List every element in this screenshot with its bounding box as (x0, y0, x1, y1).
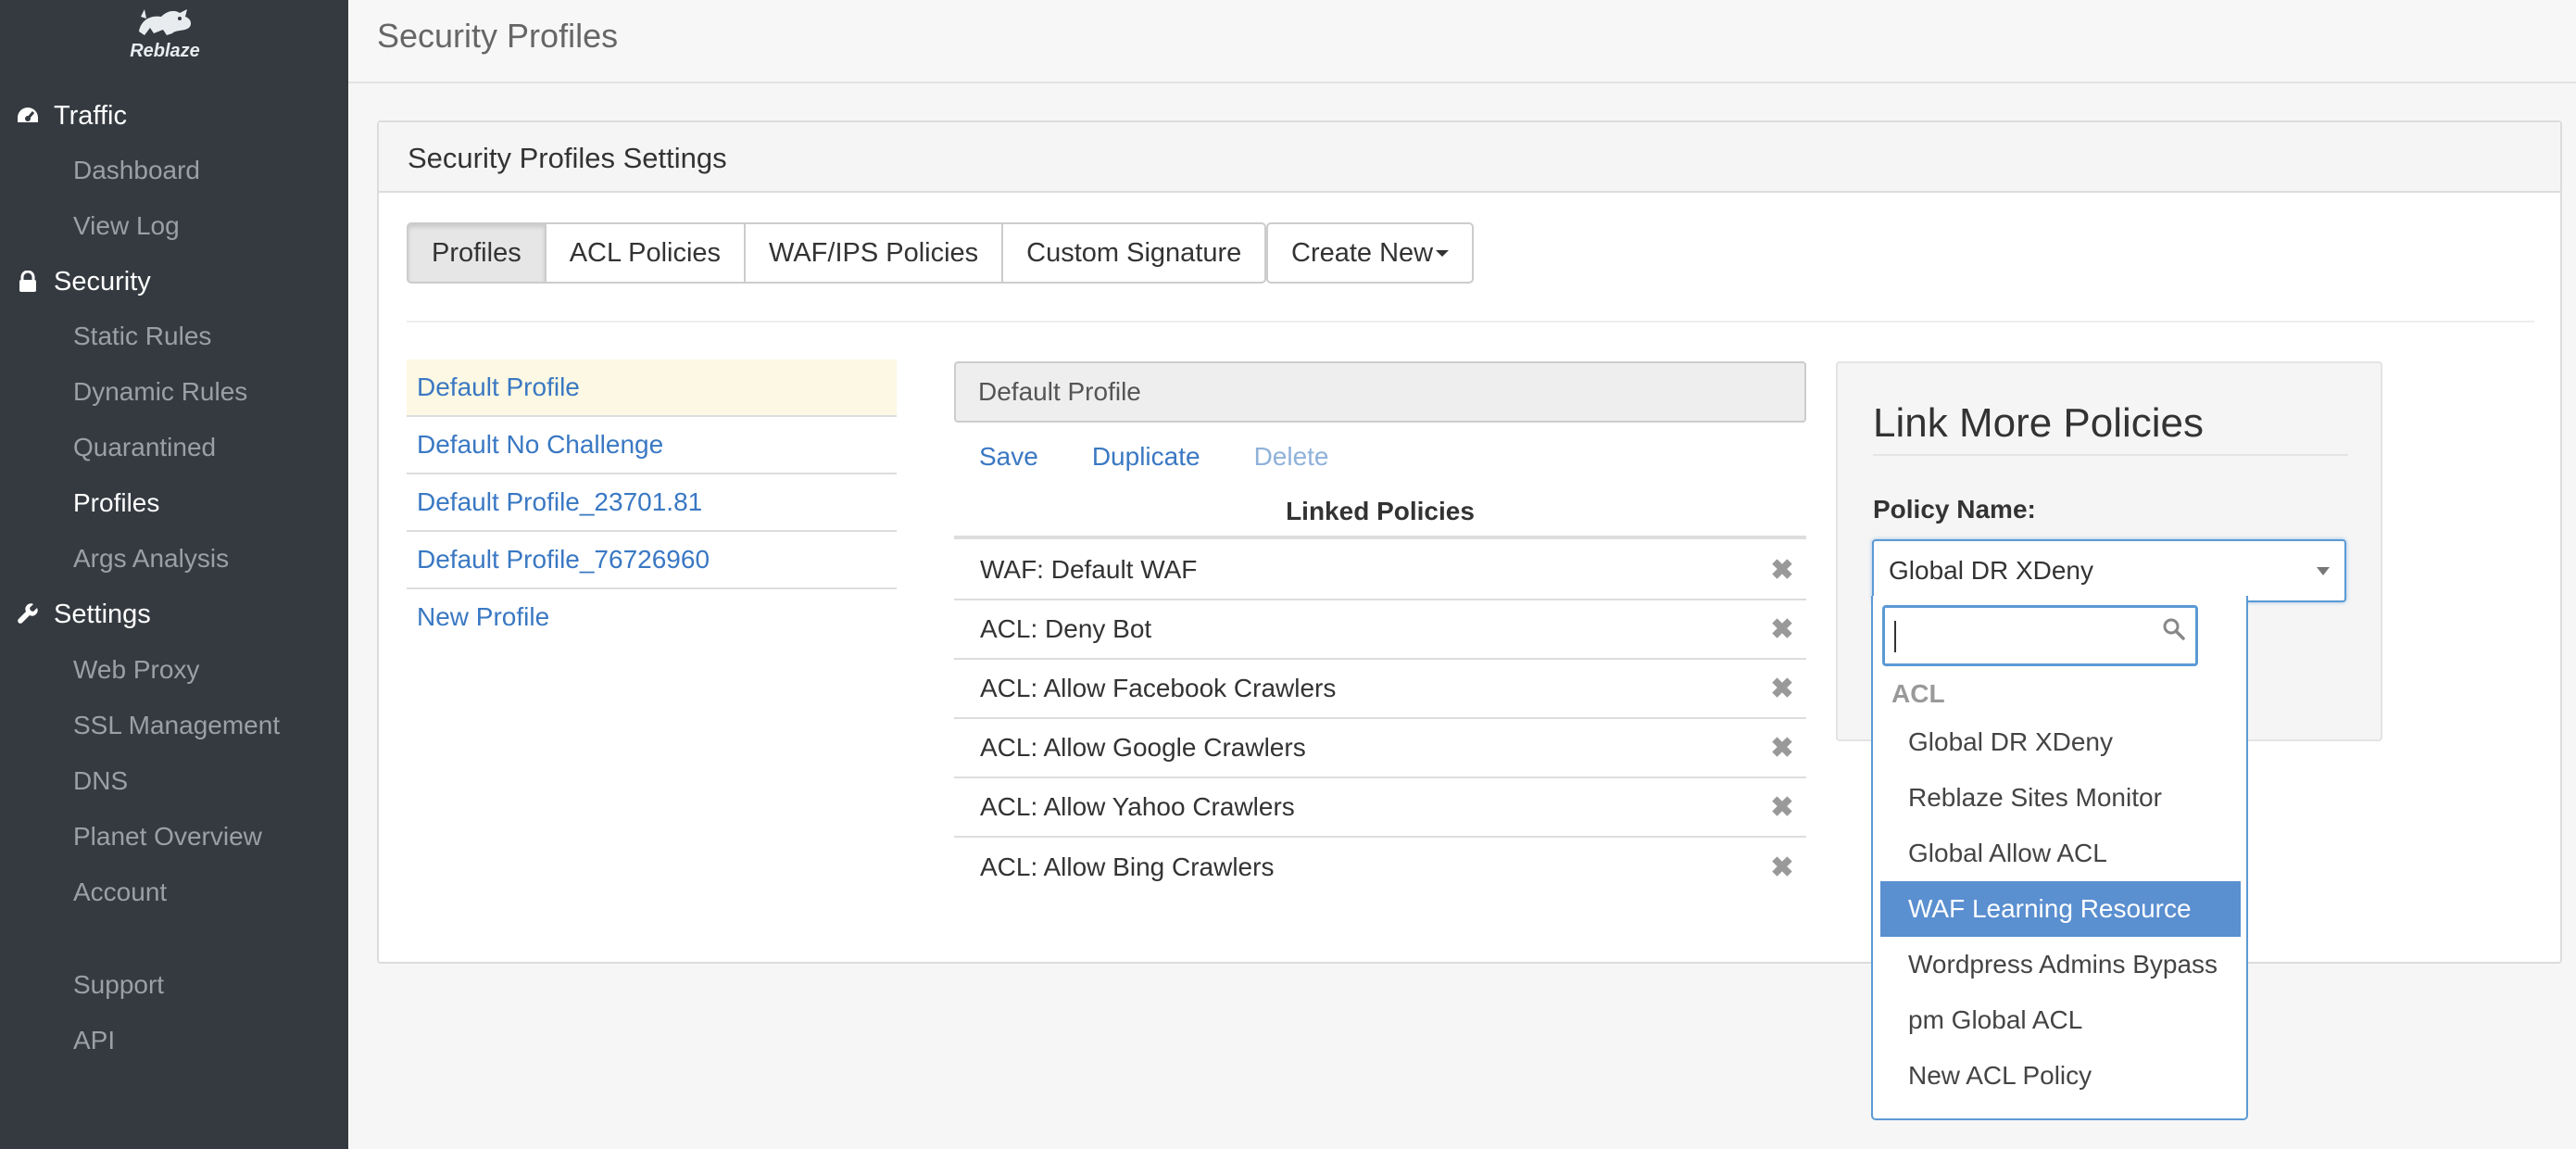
linked-policy-label: WAF: Default WAF (980, 555, 1198, 584)
dropdown-option[interactable]: Global DR XDeny (1880, 714, 2241, 770)
linked-policy-label: ACL: Allow Yahoo Crawlers (980, 792, 1295, 821)
logo-text: Reblaze (130, 41, 200, 61)
remove-icon[interactable]: ✖ (1769, 673, 1795, 705)
remove-icon[interactable]: ✖ (1769, 852, 1795, 884)
linked-policy-row: ACL: Deny Bot ✖ (954, 600, 1806, 660)
linked-policies-header: Linked Policies (954, 497, 1806, 539)
policy-name-label: Policy Name: (1873, 495, 2036, 524)
sidebar: Reblaze Traffic Dashboard View Log Secur… (0, 0, 348, 1149)
dropdown-option[interactable]: Wordpress Admins Bypass (1880, 937, 2241, 992)
linked-policy-row: ACL: Allow Bing Crawlers ✖ (954, 838, 1806, 897)
dropdown-option-highlighted[interactable]: WAF Learning Resource (1880, 881, 2241, 937)
reblaze-logo[interactable]: Reblaze (119, 7, 211, 65)
dropdown-options: Global DR XDeny Reblaze Sites Monitor Gl… (1880, 714, 2241, 1104)
linked-policy-row: ACL: Allow Facebook Crawlers ✖ (954, 660, 1806, 719)
linked-policy-label: ACL: Allow Google Crawlers (980, 733, 1306, 762)
sidebar-section-security[interactable]: Security (0, 258, 348, 306)
sidebar-item-args-analysis[interactable]: Args Analysis (73, 535, 229, 583)
sidebar-item-dns[interactable]: DNS (73, 757, 128, 805)
page-title: Security Profiles (377, 17, 619, 55)
duplicate-button[interactable]: Duplicate (1092, 437, 1200, 476)
profile-actions: Save Duplicate Delete (979, 437, 1383, 476)
sidebar-item-support[interactable]: Support (73, 961, 164, 1009)
sidebar-item-dynamic-rules[interactable]: Dynamic Rules (73, 368, 247, 416)
sidebar-item-planet-overview[interactable]: Planet Overview (73, 813, 262, 861)
profile-item[interactable]: New Profile (407, 589, 897, 647)
sidebar-item-static-rules[interactable]: Static Rules (73, 312, 211, 360)
policy-dropdown: ACL Global DR XDeny Reblaze Sites Monito… (1871, 596, 2248, 1120)
sidebar-item-api[interactable]: API (73, 1016, 115, 1065)
lock-icon (0, 271, 54, 293)
title-divider (1873, 454, 2348, 456)
delete-button[interactable]: Delete (1254, 437, 1329, 476)
sidebar-section-settings[interactable]: Settings (0, 590, 348, 638)
top-bar (348, 0, 2576, 83)
sidebar-item-quarantined[interactable]: Quarantined (73, 423, 216, 472)
link-more-title: Link More Policies (1873, 400, 2205, 446)
remove-icon[interactable]: ✖ (1769, 791, 1795, 824)
profile-item[interactable]: Default No Challenge (407, 417, 897, 474)
caret-down-icon (1436, 249, 1450, 257)
text-cursor (1894, 621, 1896, 652)
sidebar-section-label: Traffic (54, 100, 127, 131)
tab-group: Profiles ACL Policies WAF/IPS Policies C… (407, 222, 1267, 284)
dropdown-group-label: ACL (1891, 679, 1945, 708)
dashboard-gauge-icon (0, 106, 54, 126)
tab-waf-ips-policies[interactable]: WAF/IPS Policies (744, 222, 1004, 284)
linked-policy-row: WAF: Default WAF ✖ (954, 541, 1806, 600)
linked-policy-row: ACL: Allow Google Crawlers ✖ (954, 719, 1806, 778)
profile-list: Default Profile Default No Challenge Def… (407, 360, 897, 647)
dropdown-search-input[interactable] (1882, 605, 2198, 666)
sidebar-item-profiles[interactable]: Profiles (73, 479, 159, 527)
save-button[interactable]: Save (979, 437, 1038, 476)
sidebar-section-label: Security (54, 266, 151, 297)
linked-policy-label: ACL: Allow Facebook Crawlers (980, 674, 1337, 702)
profile-item[interactable]: Default Profile (407, 360, 897, 417)
remove-icon[interactable]: ✖ (1769, 613, 1795, 646)
profile-item[interactable]: Default Profile_23701.81 (407, 474, 897, 532)
sidebar-item-dashboard[interactable]: Dashboard (73, 146, 200, 195)
rhino-logo-icon (139, 9, 192, 35)
sidebar-item-account[interactable]: Account (73, 868, 167, 916)
dropdown-option[interactable]: Global Allow ACL (1880, 826, 2241, 881)
sidebar-item-view-log[interactable]: View Log (73, 202, 180, 250)
policy-select-value: Global DR XDeny (1889, 556, 2093, 585)
linked-policy-label: ACL: Allow Bing Crawlers (980, 852, 1275, 881)
remove-icon[interactable]: ✖ (1769, 732, 1795, 764)
search-icon (2162, 617, 2186, 646)
profile-name-field[interactable]: Default Profile (954, 361, 1806, 423)
sidebar-section-traffic[interactable]: Traffic (0, 92, 348, 140)
linked-policy-label: ACL: Deny Bot (980, 614, 1152, 643)
divider (407, 321, 2534, 322)
tab-custom-signature[interactable]: Custom Signature (1001, 222, 1267, 284)
panel-heading: Security Profiles Settings (379, 122, 2560, 193)
dropdown-arrow-icon (2317, 567, 2330, 575)
linked-policy-row: ACL: Allow Yahoo Crawlers ✖ (954, 778, 1806, 838)
create-new-label: Create New (1291, 237, 1434, 268)
sidebar-item-web-proxy[interactable]: Web Proxy (73, 646, 199, 694)
sidebar-item-ssl-management[interactable]: SSL Management (73, 701, 280, 750)
create-new-button[interactable]: Create New (1266, 222, 1475, 284)
linked-policies-list: WAF: Default WAF ✖ ACL: Deny Bot ✖ ACL: … (954, 541, 1806, 897)
tab-profiles[interactable]: Profiles (407, 222, 547, 284)
dropdown-option[interactable]: pm Global ACL (1880, 992, 2241, 1048)
wrench-icon (0, 603, 54, 625)
remove-icon[interactable]: ✖ (1769, 554, 1795, 587)
dropdown-option[interactable]: New ACL Policy (1880, 1048, 2241, 1104)
profile-item[interactable]: Default Profile_76726960 (407, 532, 897, 589)
tab-acl-policies[interactable]: ACL Policies (544, 222, 747, 284)
sidebar-section-label: Settings (54, 599, 151, 629)
dropdown-option[interactable]: Reblaze Sites Monitor (1880, 770, 2241, 826)
panel-title: Security Profiles Settings (408, 142, 727, 174)
policy-name-select[interactable]: Global DR XDeny (1872, 539, 2346, 602)
